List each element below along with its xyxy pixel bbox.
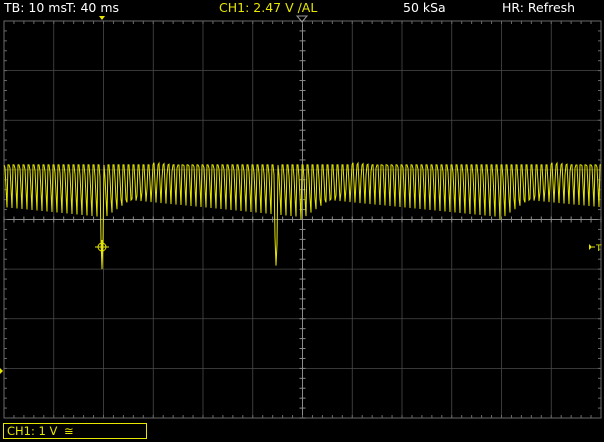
channel1-scale-label: CH1: 1 V [7,424,58,438]
trigger-position-marker [99,16,105,20]
channel1-ground-marker[interactable] [0,368,3,374]
coupling-icon: ≅ [64,424,74,438]
graticule [3,20,602,419]
trigger-level-marker[interactable]: T [589,244,602,254]
scope-display[interactable]: T [0,0,604,442]
trigger-crosshair[interactable] [95,240,109,254]
trigger-level-label: T [595,244,602,254]
channel1-info-box[interactable]: CH1: 1 V ≅ [3,423,147,439]
